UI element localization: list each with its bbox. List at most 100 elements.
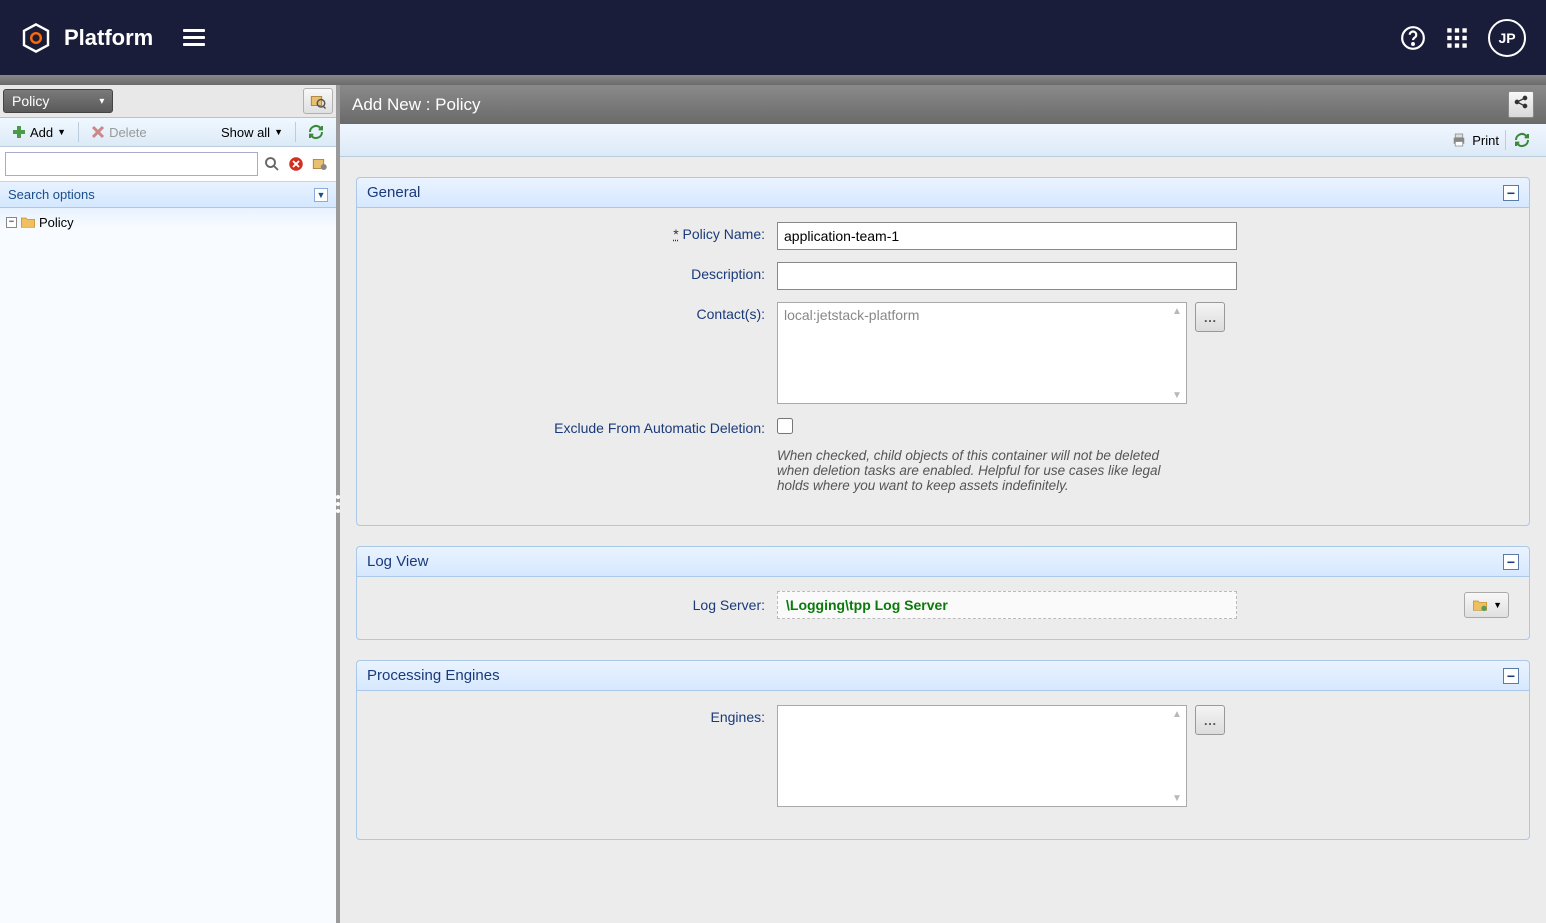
collapse-button[interactable]: − xyxy=(1503,554,1519,570)
folder-icon xyxy=(20,214,36,230)
general-panel-header: General − xyxy=(357,178,1529,208)
logview-title: Log View xyxy=(367,553,428,570)
main-layout: Policy ▾ Add ▼ Delete Show all xyxy=(0,85,1546,923)
logview-panel-body: Log Server: \Logging\tpp Log Server ▼ xyxy=(357,577,1529,639)
page-title: Add New : Policy xyxy=(352,95,481,115)
find-object-button[interactable] xyxy=(303,88,333,114)
chevron-down-icon: ▼ xyxy=(1493,600,1502,610)
contacts-label: Contact(s): xyxy=(697,306,765,322)
refresh-icon xyxy=(1514,132,1530,148)
description-row: Description: xyxy=(377,262,1509,290)
logserver-browse-button[interactable]: ▼ xyxy=(1464,592,1509,618)
contacts-item: local:jetstack-platform xyxy=(784,307,919,323)
scroll-up-icon[interactable]: ▲ xyxy=(1170,305,1184,317)
logo-area: Platform xyxy=(20,22,153,54)
description-input[interactable] xyxy=(777,262,1237,290)
content-toolbar: Print xyxy=(340,124,1546,157)
exclude-label: Exclude From Automatic Deletion: xyxy=(554,420,765,436)
object-type-dropdown[interactable]: Policy ▾ xyxy=(3,89,113,113)
print-button[interactable]: Print xyxy=(1446,129,1503,151)
logview-panel: Log View − Log Server: \Logging\tpp Log … xyxy=(356,546,1530,640)
showall-button[interactable]: Show all ▼ xyxy=(215,123,289,142)
tree-view: − Policy xyxy=(0,208,336,923)
help-button[interactable] xyxy=(1400,25,1426,51)
search-options-toggle[interactable]: Search options ▼ xyxy=(0,182,336,208)
add-button[interactable]: Add ▼ xyxy=(6,123,72,142)
chevron-down-icon: ▾ xyxy=(99,96,104,107)
hamburger-icon xyxy=(183,29,205,46)
top-header: Platform JP xyxy=(0,0,1546,75)
print-label: Print xyxy=(1472,133,1499,148)
search-input[interactable] xyxy=(5,152,258,176)
policy-name-label: Policy Name: xyxy=(683,226,765,242)
collapse-button[interactable]: − xyxy=(1503,668,1519,684)
tree-root-item[interactable]: − Policy xyxy=(6,212,330,232)
refresh-button[interactable] xyxy=(302,122,330,142)
add-label: Add xyxy=(30,125,53,140)
expand-down-icon: ▼ xyxy=(314,188,328,202)
search-button[interactable] xyxy=(261,153,283,175)
tree-collapse-icon[interactable]: − xyxy=(6,217,17,228)
delete-button: Delete xyxy=(85,123,153,142)
content-refresh-button[interactable] xyxy=(1508,130,1536,150)
search-settings-button[interactable] xyxy=(309,153,331,175)
x-icon xyxy=(91,125,105,139)
clear-search-button[interactable] xyxy=(285,153,307,175)
engines-panel-header: Processing Engines − xyxy=(357,661,1529,691)
engines-title: Processing Engines xyxy=(367,667,500,684)
showall-label: Show all xyxy=(221,125,270,140)
header-right: JP xyxy=(1400,19,1526,57)
plus-icon xyxy=(12,125,26,139)
folder-add-icon xyxy=(1471,597,1489,613)
chevron-down-icon: ▼ xyxy=(57,127,66,137)
contacts-browse-button[interactable]: … xyxy=(1195,302,1225,332)
exclude-checkbox[interactable] xyxy=(777,418,793,434)
policy-name-input[interactable] xyxy=(777,222,1237,250)
engines-browse-button[interactable]: … xyxy=(1195,705,1225,735)
refresh-icon xyxy=(308,124,324,140)
logserver-row: Log Server: \Logging\tpp Log Server ▼ xyxy=(377,591,1509,619)
engines-panel-body: Engines: ▲ ▼ … xyxy=(357,691,1529,839)
engines-label: Engines: xyxy=(711,709,765,725)
engines-listbox[interactable]: ▲ ▼ xyxy=(777,705,1187,807)
sidebar-toolbar: Add ▼ Delete Show all ▼ xyxy=(0,118,336,147)
form-area: General − * Policy Name: Description: Co… xyxy=(340,157,1546,880)
contacts-row: Contact(s): local:jetstack-platform ▲ ▼ … xyxy=(377,302,1509,404)
general-panel: General − * Policy Name: Description: Co… xyxy=(356,177,1530,526)
scroll-up-icon[interactable]: ▲ xyxy=(1170,708,1184,720)
dropdown-value: Policy xyxy=(12,93,49,109)
policy-name-row: * Policy Name: xyxy=(377,222,1509,250)
content-area: Add New : Policy Print General − xyxy=(340,85,1546,923)
sidebar-top-bar: Policy ▾ xyxy=(0,85,336,118)
tree-root-label: Policy xyxy=(39,215,74,230)
splitter-handle[interactable] xyxy=(336,495,340,513)
logserver-label: Log Server: xyxy=(693,597,765,613)
scroll-down-icon[interactable]: ▼ xyxy=(1170,792,1184,804)
brand-name: Platform xyxy=(64,25,153,51)
sidebar: Policy ▾ Add ▼ Delete Show all xyxy=(0,85,340,923)
menu-button[interactable] xyxy=(183,29,205,46)
description-label: Description: xyxy=(691,266,765,282)
engines-row: Engines: ▲ ▼ … xyxy=(377,705,1509,807)
collapse-button[interactable]: − xyxy=(1503,185,1519,201)
share-button[interactable] xyxy=(1508,91,1534,118)
scroll-down-icon[interactable]: ▼ xyxy=(1170,389,1184,401)
print-icon xyxy=(1450,131,1468,149)
content-header: Add New : Policy xyxy=(340,85,1546,124)
delete-label: Delete xyxy=(109,125,147,140)
search-row xyxy=(0,147,336,182)
chevron-down-icon: ▼ xyxy=(274,127,283,137)
engines-panel: Processing Engines − Engines: ▲ ▼ … xyxy=(356,660,1530,840)
user-avatar[interactable]: JP xyxy=(1488,19,1526,57)
platform-logo-icon xyxy=(20,22,52,54)
contacts-listbox[interactable]: local:jetstack-platform ▲ ▼ xyxy=(777,302,1187,404)
exclude-help-text: When checked, child objects of this cont… xyxy=(777,448,1187,493)
apps-grid-button[interactable] xyxy=(1444,25,1470,51)
toolbar-separator xyxy=(78,122,79,142)
general-title: General xyxy=(367,184,420,201)
toolbar-separator xyxy=(1505,130,1506,150)
logserver-value[interactable]: \Logging\tpp Log Server xyxy=(777,591,1237,619)
general-panel-body: * Policy Name: Description: Contact(s): … xyxy=(357,208,1529,525)
logview-panel-header: Log View − xyxy=(357,547,1529,577)
separator-bar xyxy=(0,75,1546,85)
